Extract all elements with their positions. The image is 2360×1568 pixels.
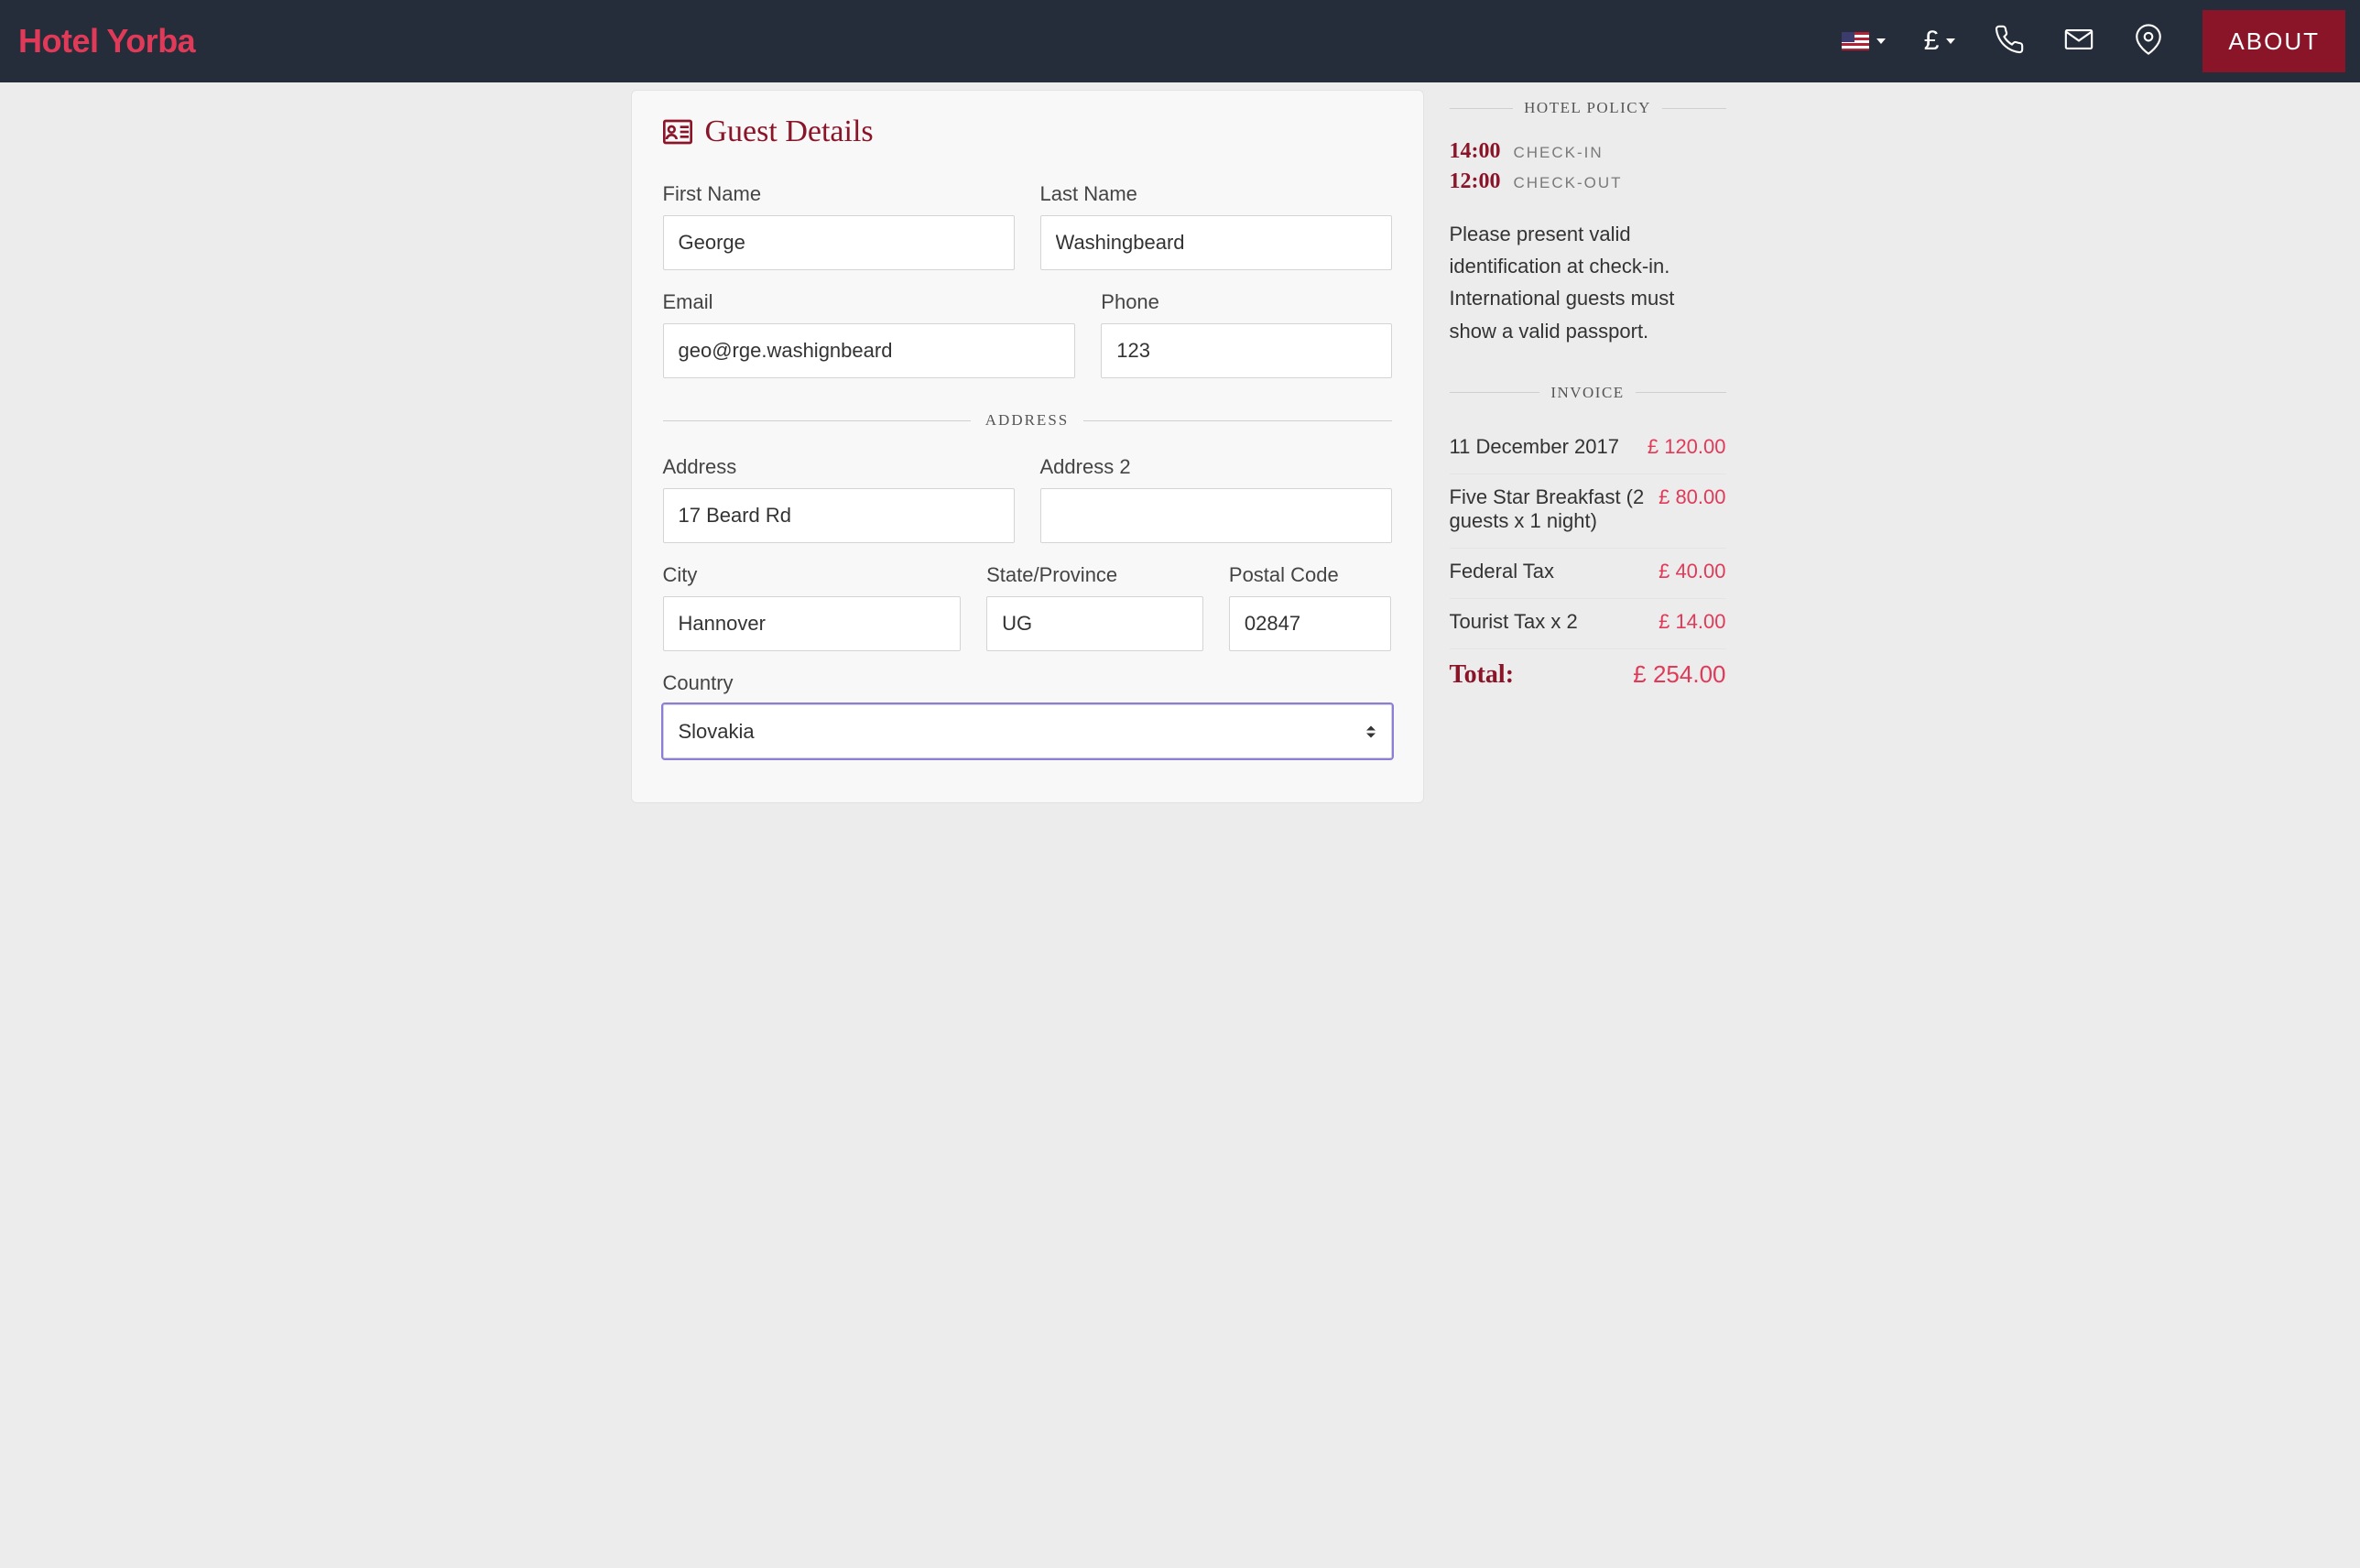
invoice-item-value: £ 14.00 bbox=[1659, 610, 1725, 634]
header-actions: £ ABOUT bbox=[1842, 10, 2345, 72]
policy-times: 14:00 CHECK-IN 12:00 CHECK-OUT bbox=[1450, 139, 1726, 194]
postal-label: Postal Code bbox=[1229, 563, 1392, 587]
first-name-field[interactable] bbox=[663, 215, 1015, 270]
country-label: Country bbox=[663, 671, 1392, 695]
invoice-table: 11 December 2017 £ 120.00 Five Star Brea… bbox=[1450, 424, 1726, 704]
section-title-text: Guest Details bbox=[705, 114, 874, 149]
phone-field[interactable] bbox=[1101, 323, 1391, 378]
check-in-time: 14:00 bbox=[1450, 139, 1501, 164]
invoice-item-value: £ 40.00 bbox=[1659, 560, 1725, 583]
city-field[interactable] bbox=[663, 596, 962, 651]
country-select[interactable]: Slovakia bbox=[663, 704, 1392, 758]
caret-down-icon bbox=[1946, 38, 1955, 44]
invoice-row: Federal Tax £ 40.00 bbox=[1450, 549, 1726, 599]
address-divider-text: ADDRESS bbox=[985, 411, 1069, 430]
address-divider: ADDRESS bbox=[663, 411, 1392, 430]
address2-label: Address 2 bbox=[1040, 455, 1392, 479]
site-header: Hotel Yorba £ ABOUT bbox=[0, 0, 2360, 82]
currency-selector[interactable]: £ bbox=[1924, 26, 1956, 57]
about-button[interactable]: ABOUT bbox=[2202, 10, 2345, 72]
mail-icon[interactable] bbox=[2063, 24, 2094, 60]
state-field[interactable] bbox=[986, 596, 1203, 651]
logo: Hotel Yorba bbox=[15, 22, 195, 60]
address-label: Address bbox=[663, 455, 1015, 479]
check-in-label: CHECK-IN bbox=[1514, 144, 1604, 162]
invoice-row: 11 December 2017 £ 120.00 bbox=[1450, 424, 1726, 474]
last-name-field[interactable] bbox=[1040, 215, 1392, 270]
postal-field[interactable] bbox=[1229, 596, 1392, 651]
invoice-row: Tourist Tax x 2 £ 14.00 bbox=[1450, 599, 1726, 649]
email-field[interactable] bbox=[663, 323, 1076, 378]
us-flag-icon bbox=[1842, 32, 1869, 50]
invoice-total-row: Total: £ 254.00 bbox=[1450, 649, 1726, 704]
check-out-label: CHECK-OUT bbox=[1514, 174, 1623, 192]
map-pin-icon[interactable] bbox=[2133, 24, 2164, 60]
address2-field[interactable] bbox=[1040, 488, 1392, 543]
address-field[interactable] bbox=[663, 488, 1015, 543]
phone-icon[interactable] bbox=[1994, 24, 2025, 60]
language-selector[interactable] bbox=[1842, 32, 1886, 50]
currency-symbol: £ bbox=[1924, 26, 1940, 57]
last-name-label: Last Name bbox=[1040, 182, 1392, 206]
city-label: City bbox=[663, 563, 962, 587]
invoice-item-label: Five Star Breakfast (2 guests x 1 night) bbox=[1450, 485, 1648, 533]
invoice-item-label: Federal Tax bbox=[1450, 560, 1648, 583]
sidebar: HOTEL POLICY 14:00 CHECK-IN 12:00 CHECK-… bbox=[1446, 90, 1730, 713]
invoice-total-label: Total: bbox=[1450, 660, 1623, 690]
first-name-label: First Name bbox=[663, 182, 1015, 206]
policy-text: Please present valid identification at c… bbox=[1450, 218, 1726, 347]
policy-section-title: HOTEL POLICY bbox=[1450, 99, 1726, 117]
state-label: State/Province bbox=[986, 563, 1203, 587]
check-out-time: 12:00 bbox=[1450, 169, 1501, 194]
invoice-item-label: 11 December 2017 bbox=[1450, 435, 1637, 459]
invoice-item-label: Tourist Tax x 2 bbox=[1450, 610, 1648, 634]
phone-label: Phone bbox=[1101, 290, 1391, 314]
main-container: Guest Details First Name Last Name Email… bbox=[631, 82, 1730, 822]
section-title: Guest Details bbox=[663, 114, 1392, 149]
guest-details-panel: Guest Details First Name Last Name Email… bbox=[631, 90, 1424, 803]
email-label: Email bbox=[663, 290, 1076, 314]
caret-down-icon bbox=[1876, 38, 1886, 44]
invoice-total-value: £ 254.00 bbox=[1633, 660, 1725, 689]
invoice-row: Five Star Breakfast (2 guests x 1 night)… bbox=[1450, 474, 1726, 549]
invoice-item-value: £ 120.00 bbox=[1648, 435, 1726, 459]
invoice-section-title: INVOICE bbox=[1450, 384, 1726, 402]
id-card-icon bbox=[663, 119, 692, 145]
invoice-item-value: £ 80.00 bbox=[1659, 485, 1725, 509]
